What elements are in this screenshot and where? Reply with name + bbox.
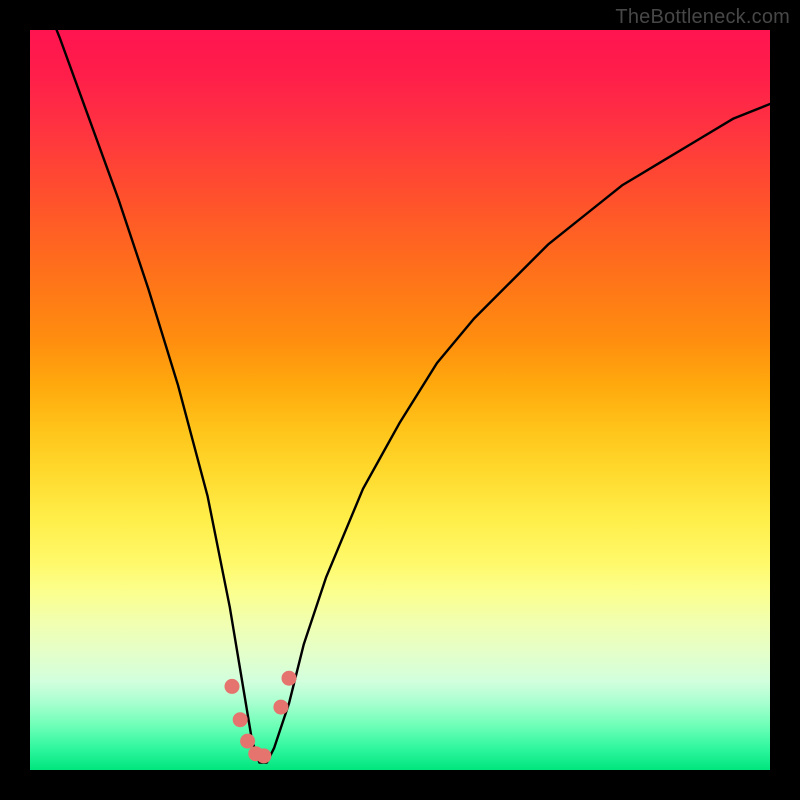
bottleneck-curve <box>30 30 770 770</box>
chart-frame: TheBottleneck.com <box>0 0 800 800</box>
curve-marker <box>233 712 248 727</box>
plot-area <box>30 30 770 770</box>
curve-path <box>30 30 770 763</box>
curve-marker <box>282 671 297 686</box>
curve-marker <box>273 700 288 715</box>
curve-marker <box>225 679 240 694</box>
watermark-text: TheBottleneck.com <box>615 6 790 29</box>
curve-marker <box>256 748 271 763</box>
curve-marker <box>240 734 255 749</box>
